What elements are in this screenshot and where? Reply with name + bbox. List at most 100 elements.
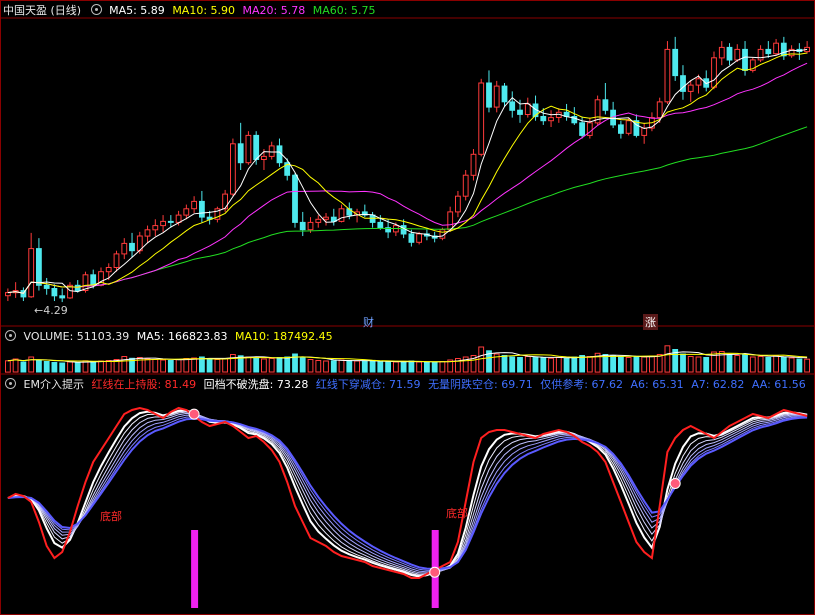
candle-body <box>672 48 679 77</box>
candle-body <box>439 229 446 239</box>
volume-bar <box>175 359 182 373</box>
candle-body <box>51 288 58 297</box>
candle-body <box>726 46 733 61</box>
candle-body <box>292 174 298 223</box>
candle-body <box>718 46 725 59</box>
candle-body <box>59 295 66 299</box>
volume-bar <box>796 358 803 373</box>
volume-panel-header: VOLUME: 51103.39 MA5: 166823.83 MA10: 18… <box>3 329 337 344</box>
ma60-line <box>7 126 808 294</box>
volume-value-label: VOLUME: 51103.39 <box>23 330 130 343</box>
band-line-5 <box>7 414 808 573</box>
low-arrow-icon: ← <box>34 304 44 317</box>
candle-body <box>5 292 11 297</box>
candle-body <box>478 82 485 155</box>
candle-body <box>105 267 112 273</box>
indicator-legend-4: 仅供参考: 67.62 <box>540 378 623 391</box>
volume-bar <box>780 356 787 373</box>
band-line-3 <box>7 411 808 575</box>
candle-body <box>307 221 314 231</box>
candle-body <box>734 48 741 61</box>
candle-body <box>245 134 252 164</box>
candle-body <box>199 200 205 218</box>
volume-bar <box>354 360 361 373</box>
volume-bar <box>206 358 213 373</box>
volume-bar <box>276 357 283 373</box>
volume-bar <box>12 358 19 373</box>
candle-body <box>664 48 671 103</box>
candle-body <box>517 109 523 115</box>
volume-bar <box>501 355 508 373</box>
indicator-legend-6: A7: 62.82 <box>691 378 745 391</box>
candle-body <box>780 42 787 57</box>
candle-body <box>757 48 764 61</box>
candle-body <box>261 155 267 160</box>
candle-body <box>742 48 748 71</box>
indicator-legend-5: A6: 65.31 <box>630 378 684 391</box>
volume-bar <box>330 360 337 373</box>
volume-bar <box>214 359 221 373</box>
volume-bar <box>579 355 586 373</box>
volume-bar <box>586 356 593 373</box>
volume-settings-gear-icon[interactable] <box>5 330 16 341</box>
ma5-line <box>7 48 808 294</box>
ma20-line <box>7 62 808 294</box>
volume-bar <box>43 361 50 373</box>
volume-bar <box>183 358 190 373</box>
candle-body <box>656 101 663 119</box>
volume-bar <box>633 356 640 373</box>
event-tag-finance[interactable]: 财 <box>363 314 374 330</box>
candle-body <box>28 248 35 298</box>
chart-canvas <box>0 0 815 615</box>
volume-bar <box>788 357 795 373</box>
volume-bar <box>742 353 748 373</box>
candle-body <box>144 229 151 237</box>
price-panel-header: 中国天盈 (日线) MA5: 5.89 MA10: 5.90 MA20: 5.7… <box>3 3 379 18</box>
stock-chart: 中国天盈 (日线) MA5: 5.89 MA10: 5.90 MA20: 5.7… <box>0 0 815 615</box>
volume-bar <box>230 354 236 373</box>
candle-body <box>129 242 135 252</box>
candle-body <box>765 48 772 55</box>
volume-bar <box>323 360 329 373</box>
volume-bar <box>656 354 663 373</box>
volume-bar <box>160 359 166 373</box>
signal-marker <box>429 566 441 578</box>
candle-body <box>315 218 322 223</box>
indicator-settings-gear-icon[interactable] <box>5 378 16 389</box>
candle-body <box>323 216 329 220</box>
low-price-value: 4.29 <box>43 304 68 317</box>
volume-bar <box>90 361 97 373</box>
volume-bar <box>641 356 648 373</box>
indicator-legend-2: 红线下穿减仓: 71.59 <box>315 378 421 391</box>
band-line-4 <box>7 412 808 574</box>
volume-bar <box>121 356 128 373</box>
volume-bar <box>5 360 11 373</box>
volume-bar <box>703 357 710 373</box>
candle-body <box>408 233 415 243</box>
volume-bar <box>804 358 811 373</box>
volume-bar <box>105 360 112 373</box>
volume-bar <box>268 358 275 373</box>
volume-bar <box>532 356 539 373</box>
candle-body <box>618 124 624 134</box>
volume-bar <box>757 356 764 373</box>
volume-bar <box>191 357 197 373</box>
indicator-legend-3: 无量阴跌空仓: 69.71 <box>428 378 533 391</box>
candle-body <box>493 85 500 108</box>
volume-bar <box>59 362 66 373</box>
candle-body <box>711 57 717 88</box>
candle-body <box>773 42 780 55</box>
candle-body <box>338 208 345 222</box>
candle-body <box>152 225 159 231</box>
volume-bar <box>284 356 291 373</box>
candle-body <box>548 117 554 122</box>
settings-gear-icon[interactable] <box>90 4 102 15</box>
volume-bar <box>400 361 407 373</box>
ma10-label: MA10: 5.90 <box>172 4 236 17</box>
event-tag-rise[interactable]: 涨 <box>643 314 658 330</box>
volume-bar <box>555 357 562 373</box>
candle-body <box>416 233 423 243</box>
volume-bar <box>377 361 384 373</box>
bottom-signal-label-1: 底部 <box>100 510 122 523</box>
signal-marker <box>188 408 200 420</box>
